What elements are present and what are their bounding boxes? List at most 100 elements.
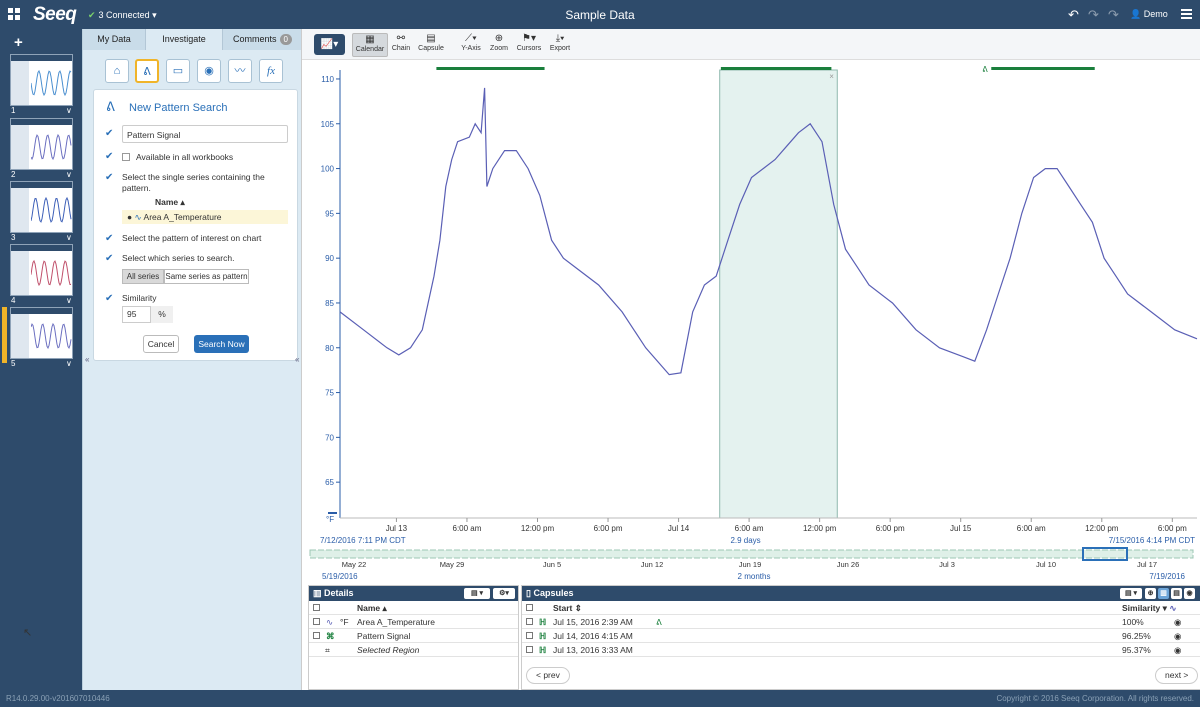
navigator-duration-label[interactable]: 2 months (738, 572, 771, 581)
navigator-strip[interactable] (309, 549, 1194, 559)
view-selector-button[interactable]: 📈▾ (314, 34, 345, 55)
select-all-checkbox[interactable] (313, 604, 320, 611)
worksheet-menu-chevron-icon[interactable]: ∨ (66, 170, 72, 179)
periodic-condition-tool-button[interactable]: ▭ (166, 59, 190, 83)
tool-tabs: My Data Investigate Comments 0 (83, 29, 302, 50)
worksheet-menu-chevron-icon[interactable]: ∨ (66, 296, 72, 305)
worksheet-menu-chevron-icon[interactable]: ∨ (66, 233, 72, 242)
seeq-logo[interactable]: Seeq (33, 4, 77, 26)
capsules-columns-button[interactable]: ▤ ▾ (1120, 588, 1142, 599)
worksheet-thumbnail[interactable] (10, 118, 73, 170)
row-checkbox[interactable] (526, 646, 533, 653)
signal-tool-button[interactable]: 〰 (228, 59, 252, 83)
navigator-start-label[interactable]: 5/19/2016 (322, 572, 358, 581)
top-bar: Seeq ✔ 3 Connected ▾ Sample Data ↶ ↷ ↷ 👤 … (0, 0, 1200, 29)
details-row[interactable]: ⌗ Selected Region (309, 643, 518, 657)
app-grid-icon[interactable] (8, 8, 20, 20)
table-view-icon[interactable]: ▤ (1171, 588, 1182, 599)
worksheet-thumbnail[interactable] (10, 307, 73, 359)
home-tool-button[interactable]: ⌂ (105, 59, 129, 83)
close-region-icon[interactable]: × (829, 72, 834, 81)
trend-chart[interactable]: × ᕕ 65 70 75 80 85 90 95 100 105 110 °F Jul 13 6:00 am… (302, 60, 1200, 585)
navigator-end-label[interactable]: 7/19/2016 (1149, 572, 1185, 581)
prev-page-button[interactable]: < prev (526, 667, 570, 684)
capsule-bar[interactable] (991, 67, 1095, 70)
row-checkbox[interactable] (526, 632, 533, 639)
tab-comments[interactable]: Comments 0 (223, 29, 302, 50)
search-now-button[interactable]: Search Now (194, 335, 249, 353)
capsule-row[interactable]: ℍ Jul 14, 2016 4:15 AM 96.25% ◉ (522, 629, 1200, 643)
tab-my-data[interactable]: My Data (83, 29, 145, 50)
start-column-header[interactable]: Start ⇕ (553, 601, 582, 615)
footer: R14.0.29.00-v201607010446 Copyright © 20… (0, 690, 1200, 707)
calendar-button[interactable]: ▦ Calendar (352, 33, 388, 57)
row-checkbox[interactable] (526, 618, 533, 625)
cursors-icon: ⚑▾ (522, 33, 536, 44)
eye-icon[interactable]: ◉ (1184, 588, 1195, 599)
eye-icon[interactable]: ◉ (1174, 643, 1181, 657)
eye-icon[interactable]: ◉ (1174, 629, 1181, 643)
redo-all-icon[interactable]: ↷ (1108, 7, 1119, 23)
chain-button[interactable]: ⚯ Chain (390, 33, 412, 57)
same-series-button[interactable]: Same series as pattern (164, 269, 249, 284)
selected-series-row[interactable]: ● ∿ Area A_Temperature (122, 210, 288, 224)
connection-status[interactable]: ✔ 3 Connected ▾ (88, 10, 157, 21)
hamburger-menu-icon[interactable] (1181, 9, 1192, 19)
pattern-tool-button[interactable]: ᕕ (135, 59, 159, 83)
formula-tool-button[interactable]: fx (259, 59, 283, 83)
export-button[interactable]: ⤓▾ Export (548, 33, 572, 57)
collapse-tool-panel-icon[interactable]: « (295, 355, 299, 364)
eye-icon[interactable]: ◉ (1174, 615, 1181, 629)
collapse-left-icon[interactable]: « (85, 355, 89, 364)
similarity-column-header[interactable]: Similarity ▾ ∿ (1122, 601, 1176, 615)
details-columns-button[interactable]: ▤ ▾ (464, 588, 490, 599)
range-duration-label[interactable]: 2.9 days (730, 536, 760, 545)
x-tick-label: 6:00 pm (594, 524, 623, 533)
row-checkbox[interactable] (313, 618, 320, 625)
all-series-button[interactable]: All series (122, 269, 164, 284)
name-column-header[interactable]: Name ▴ (357, 601, 387, 615)
worksheet-thumbnail[interactable] (10, 54, 73, 106)
add-worksheet-icon[interactable]: + (14, 34, 23, 51)
capsule-bar[interactable] (720, 67, 832, 70)
worksheet-number: 5 (11, 359, 16, 368)
user-menu[interactable]: 👤 Demo (1130, 9, 1168, 20)
worksheet-menu-chevron-icon[interactable]: ∨ (66, 106, 72, 115)
worksheet-thumbnail[interactable] (10, 181, 73, 233)
range-end-label[interactable]: 7/15/2016 4:14 PM CDT (1109, 536, 1195, 545)
capsule-bar[interactable] (436, 67, 545, 70)
details-row[interactable]: ∿ °F Area A_Temperature (309, 615, 518, 629)
capsule-row[interactable]: ℍ Jul 15, 2016 2:39 AM ᕕ 100% ◉ (522, 615, 1200, 629)
zoom-button[interactable]: ⊕ Zoom (488, 33, 510, 57)
home-icon: ⌂ (113, 65, 121, 77)
available-workbooks-checkbox[interactable] (122, 153, 130, 161)
details-settings-button[interactable]: ⚙▾ (493, 588, 515, 599)
next-page-button[interactable]: next > (1155, 667, 1199, 684)
name-column-header[interactable]: Name ▴ (155, 197, 185, 208)
capsule-view-icon[interactable]: ▥ (1158, 588, 1169, 599)
item-name: Selected Region (357, 645, 420, 655)
y-tick-label: 105 (321, 120, 335, 129)
redo-icon[interactable]: ↷ (1088, 7, 1099, 23)
capsule-button[interactable]: ▤ Capsule (417, 33, 445, 57)
cancel-button[interactable]: Cancel (143, 335, 179, 353)
zoom-icon[interactable]: ⊕ (1145, 588, 1156, 599)
capsules-header: ▯ Capsules ▤ ▾ ⊕ ▥ ▤ ◉ (522, 586, 1200, 601)
undo-icon[interactable]: ↶ (1068, 7, 1079, 23)
worksheet-thumbnail[interactable] (10, 244, 73, 296)
y-tick-label: 65 (325, 478, 334, 487)
capsule-row[interactable]: ℍ Jul 13, 2016 3:33 AM 95.37% ◉ (522, 643, 1200, 657)
worksheet-menu-chevron-icon[interactable]: ∨ (66, 359, 72, 368)
similarity-input[interactable]: 95% (122, 306, 173, 323)
cursors-button[interactable]: ⚑▾ Cursors (515, 33, 543, 57)
yaxis-button[interactable]: ⟋▾ Y-Axis (459, 33, 483, 57)
tab-investigate[interactable]: Investigate (145, 29, 223, 50)
visibility-tool-button[interactable]: ◉ (197, 59, 221, 83)
y-axis-color-swatch (328, 512, 337, 514)
range-start-label[interactable]: 7/12/2016 7:11 PM CDT (320, 536, 406, 545)
y-tick-label: 75 (325, 389, 334, 398)
details-row[interactable]: ⌘ Pattern Signal (309, 629, 518, 643)
pattern-name-input[interactable]: Pattern Signal (122, 125, 288, 143)
select-all-checkbox[interactable] (526, 604, 533, 611)
row-checkbox[interactable] (313, 632, 320, 639)
